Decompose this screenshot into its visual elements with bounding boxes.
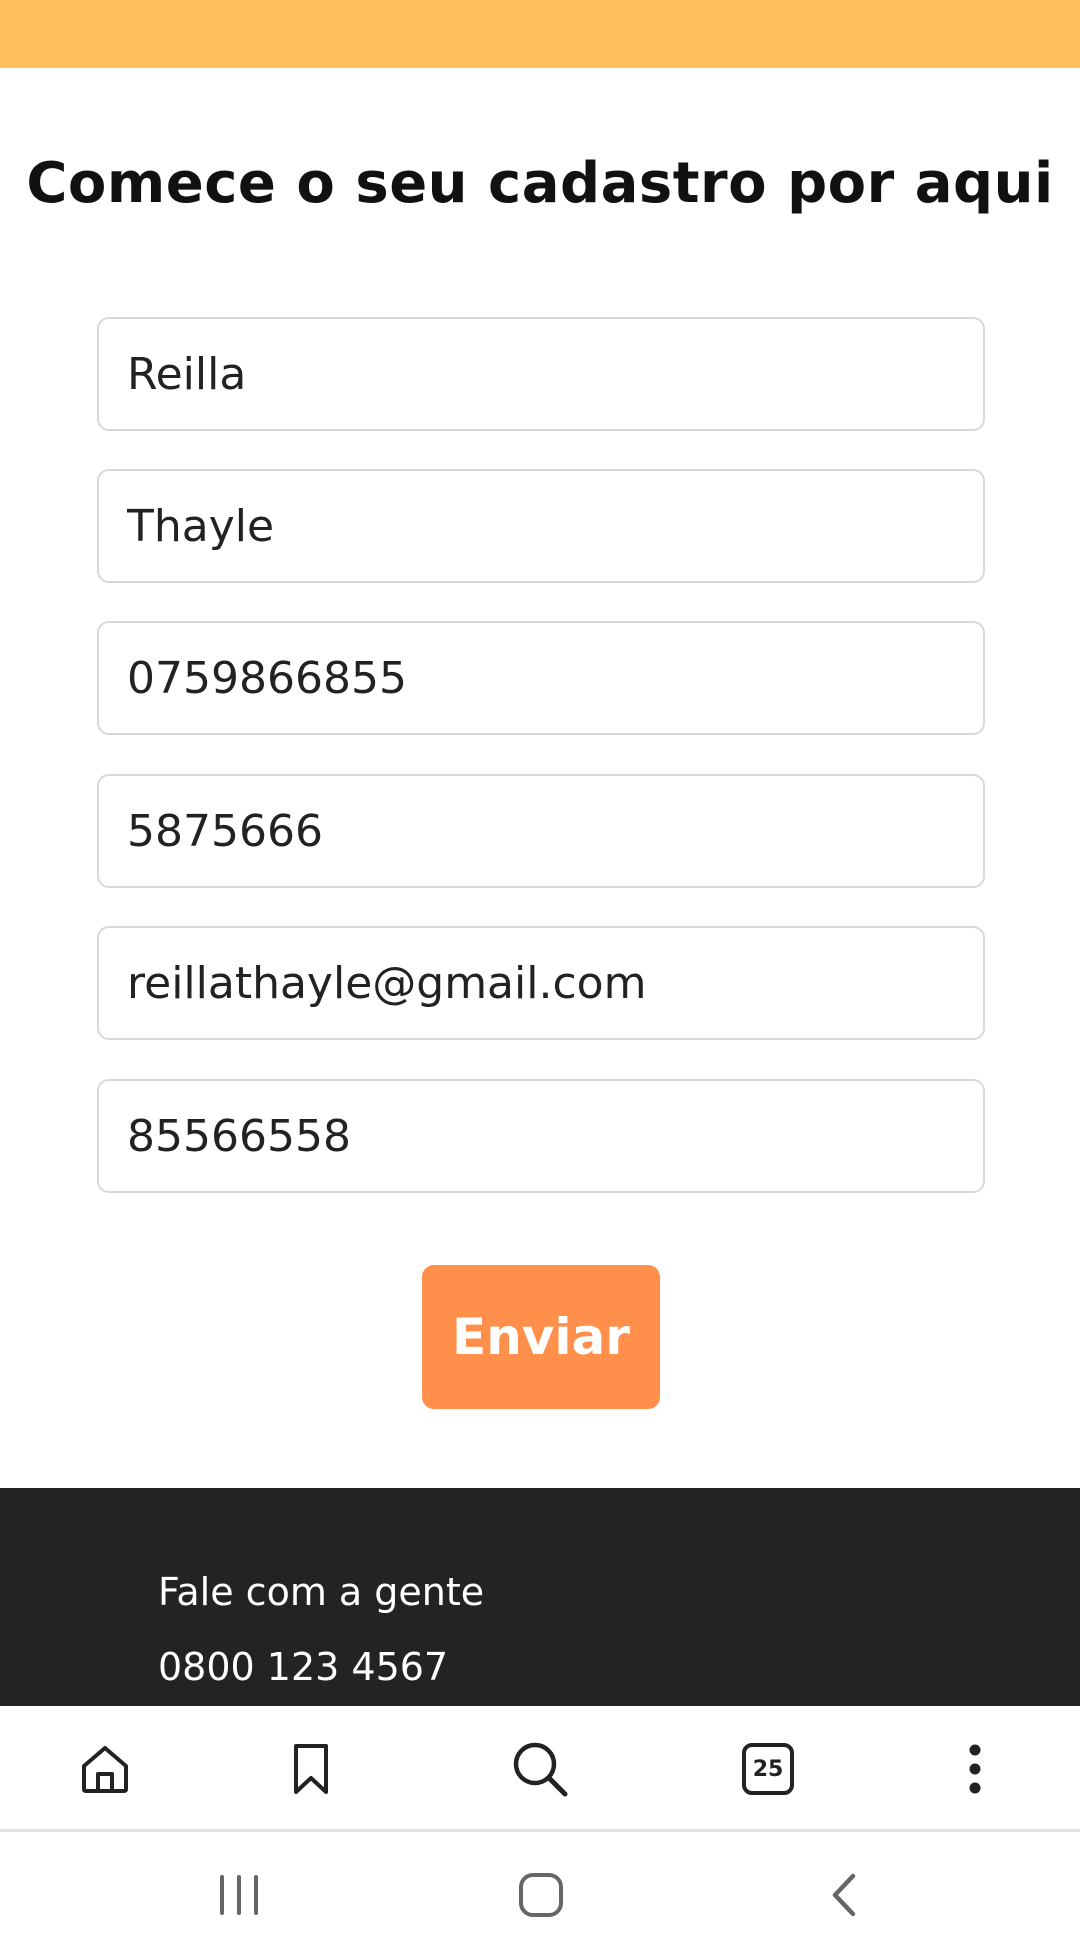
top-accent-bar <box>0 0 1080 68</box>
recent-apps-icon[interactable] <box>179 1832 299 1958</box>
system-nav-bar <box>0 1832 1080 1958</box>
tabs-count: 25 <box>752 1756 784 1782</box>
phone-field[interactable] <box>97 621 985 735</box>
browser-toolbar: 25 <box>0 1706 1080 1832</box>
first-name-field[interactable] <box>97 317 985 431</box>
footer: Fale com a gente 0800 123 4567 <box>0 1488 1080 1706</box>
footer-phone[interactable]: 0800 123 4567 <box>158 1643 448 1691</box>
bookmark-icon[interactable] <box>251 1706 371 1832</box>
last-name-field[interactable] <box>97 469 985 583</box>
search-icon[interactable] <box>480 1706 600 1832</box>
back-icon[interactable] <box>784 1832 904 1958</box>
id-number-field[interactable] <box>97 774 985 888</box>
tabs-icon: 25 <box>742 1743 794 1795</box>
footer-contact-label: Fale com a gente <box>158 1570 485 1614</box>
home-button-icon[interactable] <box>481 1832 601 1958</box>
zip-code-field[interactable] <box>97 1079 985 1193</box>
home-icon[interactable] <box>45 1706 165 1832</box>
page-title: Comece o seu cadastro por aqui <box>26 151 1054 216</box>
tabs-button[interactable]: 25 <box>708 1706 828 1832</box>
more-vertical-icon[interactable] <box>915 1706 1035 1832</box>
email-field[interactable] <box>97 926 985 1040</box>
submit-button[interactable]: Enviar <box>422 1265 660 1409</box>
